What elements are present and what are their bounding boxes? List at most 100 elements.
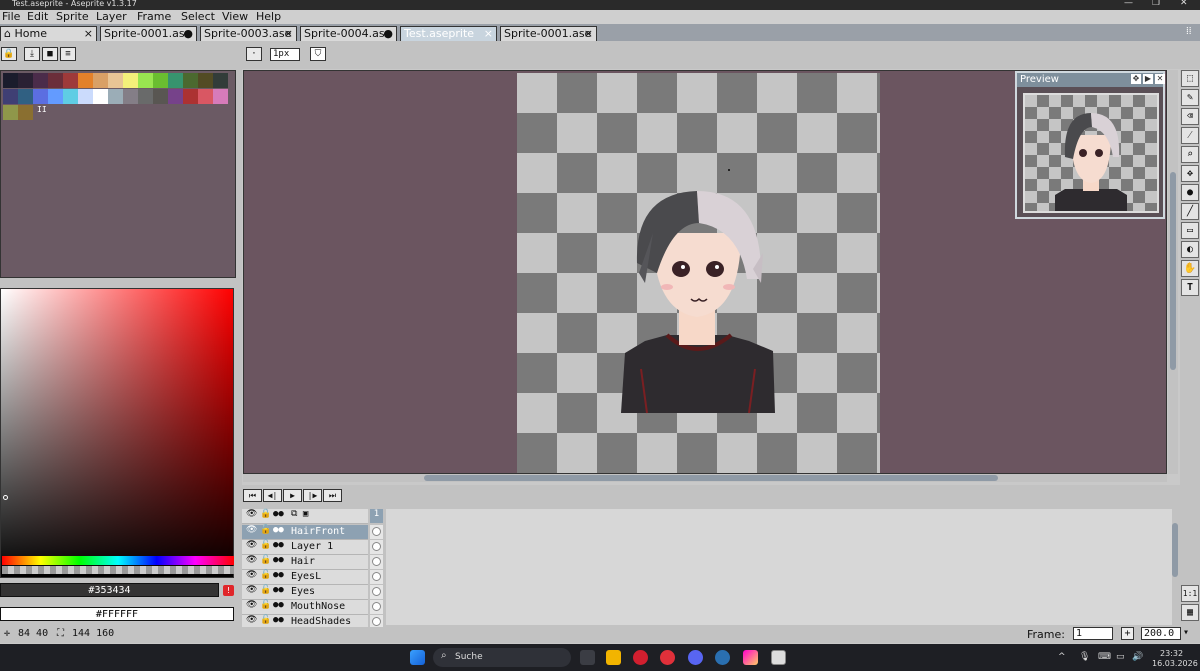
tab-close-icon[interactable]: × xyxy=(484,27,493,40)
preview-play-icon[interactable]: ▶ xyxy=(1143,74,1153,84)
palette-swatch[interactable] xyxy=(168,89,183,104)
brush-size-field[interactable]: 1px xyxy=(270,48,300,61)
layer-row[interactable]: 👁 🔓 ●● Eyes xyxy=(242,585,368,600)
menu-edit[interactable]: Edit xyxy=(27,10,48,23)
brush-type-icon[interactable]: · xyxy=(246,47,262,61)
palette-swatch[interactable] xyxy=(3,105,18,120)
zoom-dropdown-icon[interactable]: ▾ xyxy=(1183,627,1189,638)
task-view-icon[interactable] xyxy=(580,650,595,665)
tab-close-icon[interactable]: × xyxy=(284,27,293,40)
move-icon[interactable]: ✥ xyxy=(1181,165,1199,182)
smudge-icon[interactable]: ✋ xyxy=(1181,260,1199,277)
lock-icon[interactable]: 🔓 xyxy=(260,570,271,580)
palette-swatch[interactable] xyxy=(138,73,153,88)
layer-cel[interactable] xyxy=(370,600,383,614)
palette-swatch[interactable] xyxy=(18,73,33,88)
visibility-icon[interactable]: 👁 xyxy=(246,555,257,565)
palette-swatch[interactable] xyxy=(63,73,78,88)
zoom-input[interactable]: 200.0 xyxy=(1141,627,1181,640)
palette-swatch[interactable] xyxy=(108,89,123,104)
next-frame-icon[interactable]: |▶ xyxy=(303,489,322,502)
layer-cel[interactable] xyxy=(370,540,383,554)
eyedropper-icon[interactable]: ⁄ xyxy=(1181,127,1199,144)
first-frame-icon[interactable]: ⏮ xyxy=(243,489,262,502)
timeline-vscroll-thumb[interactable] xyxy=(1172,523,1178,577)
preview-close-icon[interactable]: ✕ xyxy=(1155,74,1165,84)
palette-swatch[interactable] xyxy=(183,89,198,104)
play-icon[interactable]: ▶ xyxy=(283,489,302,502)
layer-row[interactable]: 👁 🔓 ●● Layer 1 xyxy=(242,540,368,555)
palette-swatch[interactable] xyxy=(168,73,183,88)
media-player-icon[interactable] xyxy=(660,650,675,665)
windows-start-icon[interactable] xyxy=(410,650,425,665)
lock-icon[interactable]: 🔓 xyxy=(260,540,271,550)
tab-test-aseprite[interactable]: Test.aseprite × xyxy=(400,26,497,41)
steam-icon[interactable] xyxy=(715,650,730,665)
line-icon[interactable]: ╱ xyxy=(1181,203,1199,220)
blur-icon[interactable]: ◐ xyxy=(1181,241,1199,258)
layer-row[interactable]: 👁 🔓 ●● MouthNose xyxy=(242,600,368,615)
tray-chevron-icon[interactable]: ^ xyxy=(1058,652,1066,662)
opera-gx-icon[interactable] xyxy=(633,650,648,665)
game-app-icon[interactable] xyxy=(743,650,758,665)
sprite-canvas[interactable] xyxy=(517,73,880,473)
palette-swatch[interactable] xyxy=(78,89,93,104)
layer-cel[interactable] xyxy=(370,570,383,584)
keyboard-icon[interactable]: ⌨ xyxy=(1098,652,1111,662)
frame-header[interactable]: 1 xyxy=(370,509,383,523)
continuous-icon[interactable]: ●● xyxy=(273,600,284,610)
zoom-fit-button[interactable]: 1:1 xyxy=(1181,585,1199,602)
canvas-hscroll-thumb[interactable] xyxy=(424,475,998,481)
tab-close-icon[interactable]: × xyxy=(84,27,93,40)
frame-area[interactable] xyxy=(386,509,1172,625)
tab-close-icon[interactable]: × xyxy=(584,27,593,40)
menu-layer[interactable]: Layer xyxy=(96,10,127,23)
ink-icon[interactable]: ⛉ xyxy=(310,47,326,61)
palette-swatch[interactable] xyxy=(78,73,93,88)
discord-icon[interactable] xyxy=(688,650,703,665)
last-frame-icon[interactable]: ⏭ xyxy=(323,489,342,502)
layers-header-icon[interactable]: ⧉ ▣ xyxy=(291,509,308,519)
network-icon[interactable]: ▭ xyxy=(1116,652,1125,662)
palette-options-icon[interactable]: ≡ xyxy=(60,47,76,61)
palette-swatch[interactable] xyxy=(108,73,123,88)
mic-icon[interactable]: 🎙 xyxy=(1079,652,1090,662)
lock-icon[interactable]: 🔓 xyxy=(260,615,271,625)
eraser-icon[interactable]: ⌫ xyxy=(1181,108,1199,125)
tab-modified-icon[interactable]: ● xyxy=(183,27,193,40)
palette-swatch[interactable] xyxy=(153,89,168,104)
lock-icon[interactable]: 🔓 xyxy=(260,585,271,595)
color-picker-field[interactable] xyxy=(0,288,234,578)
clock-date[interactable]: 16.03.2026 xyxy=(1152,659,1198,668)
continuous-icon[interactable]: ●● xyxy=(273,555,284,565)
visibility-icon[interactable]: 👁 xyxy=(246,540,257,550)
palette-sort-icon[interactable]: ⤓ xyxy=(24,47,40,61)
palette-swatch[interactable] xyxy=(18,89,33,104)
zoom-icon[interactable]: ⌕ xyxy=(1181,146,1199,163)
visibility-icon[interactable]: 👁 xyxy=(246,525,257,535)
tab-sprite-0001[interactable]: Sprite-0001.ase ● xyxy=(100,26,197,41)
menu-sprite[interactable]: Sprite xyxy=(56,10,89,23)
visibility-icon[interactable]: 👁 xyxy=(246,615,257,625)
clock-time[interactable]: 23:32 xyxy=(1160,649,1183,658)
visibility-icon[interactable]: 👁 xyxy=(246,570,257,580)
volume-icon[interactable]: 🔊 xyxy=(1132,652,1143,662)
warning-icon[interactable]: ! xyxy=(223,585,234,596)
layer-row[interactable]: 👁 🔓 ●● Hair xyxy=(242,555,368,570)
palette-swatch[interactable] xyxy=(48,89,63,104)
layer-row[interactable]: 👁 🔓 ●● HairFront xyxy=(242,525,368,540)
palette-swatch[interactable] xyxy=(183,73,198,88)
tab-sprite-0004[interactable]: Sprite-0004.ase ● xyxy=(300,26,397,41)
tab-sprite-0003[interactable]: Sprite-0003.ase × xyxy=(200,26,297,41)
palette-swatch[interactable] xyxy=(213,89,228,104)
layer-cel[interactable] xyxy=(370,525,383,539)
frame-input[interactable]: 1 xyxy=(1073,627,1113,640)
continuous-icon[interactable]: ●● xyxy=(273,585,284,595)
hue-slider[interactable] xyxy=(2,556,234,565)
palette-swatch[interactable] xyxy=(63,89,78,104)
tab-modified-icon[interactable]: ● xyxy=(383,27,393,40)
pencil-icon[interactable]: ✎ xyxy=(1181,89,1199,106)
file-explorer-icon[interactable] xyxy=(606,650,621,665)
preview-title[interactable]: Preview ✥ ▶ ✕ xyxy=(1017,73,1165,87)
continuous-icon[interactable]: ●● xyxy=(273,570,284,580)
